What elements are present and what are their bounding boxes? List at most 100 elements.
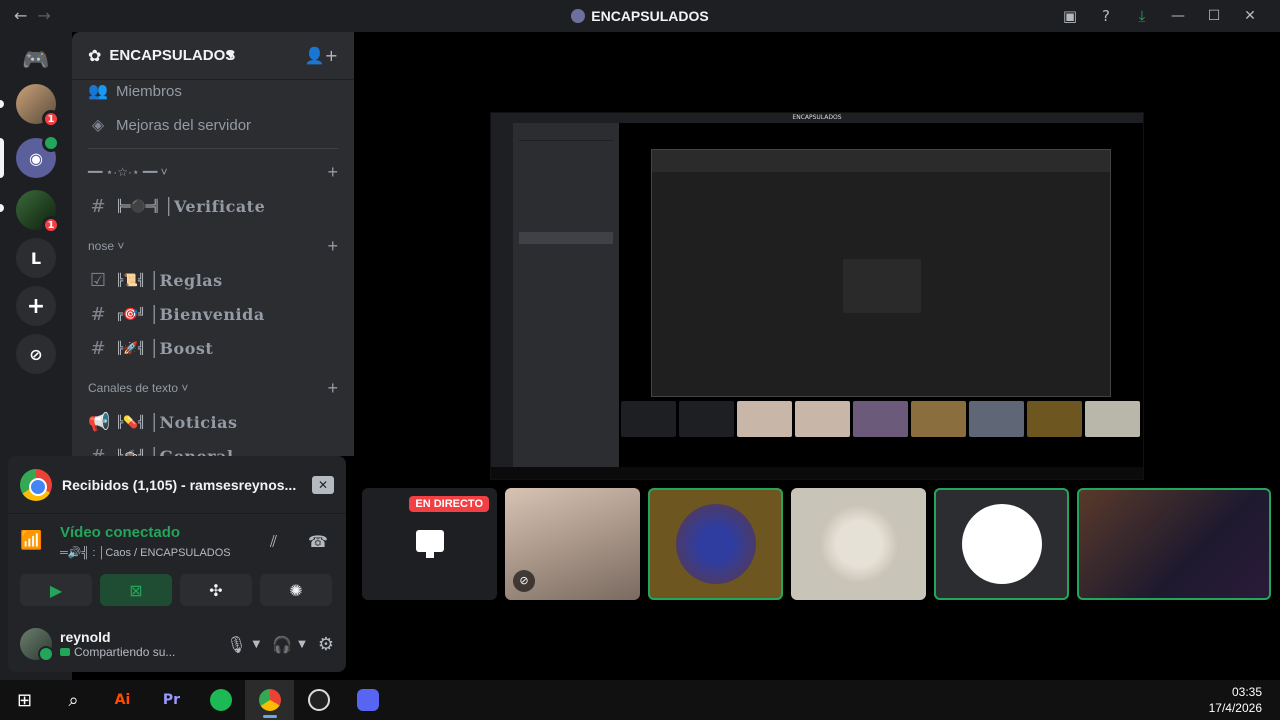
category-header[interactable]: nose ˅ + [72, 229, 354, 263]
add-server-button[interactable]: + [16, 286, 56, 326]
divider [88, 148, 338, 149]
participant-tile[interactable] [648, 488, 783, 600]
mention-badge: 1 [42, 110, 60, 128]
illustrator-icon[interactable]: Ai [98, 680, 147, 720]
compass-icon: ⊘ [29, 344, 43, 364]
avatar [819, 504, 899, 584]
channel-reglas[interactable]: ☑ ╠📜╣ │Reglas [72, 263, 354, 297]
members-icon: 👥 [88, 83, 108, 100]
participant-tile[interactable]: ⊘ [505, 488, 640, 600]
channel-boost[interactable]: # ╠🚀╣ │Boost [72, 331, 354, 365]
server-l-button[interactable]: L [16, 238, 56, 278]
minimize-button[interactable]: — [1160, 4, 1196, 28]
shared-screen[interactable]: ENCAPSULADOS [490, 112, 1144, 480]
obs-icon[interactable] [294, 680, 343, 720]
add-channel-icon[interactable]: + [327, 378, 338, 399]
add-channel-icon[interactable]: + [327, 236, 338, 257]
screen-share-button[interactable]: ⊠ [100, 574, 172, 606]
headphones-icon[interactable]: 🎧 [272, 635, 292, 654]
discord-logo-icon: 🎮 [22, 47, 50, 73]
invite-user-icon[interactable]: 👤+ [305, 46, 338, 65]
hashtag-icon: # [90, 303, 106, 325]
hashtag-icon: # [90, 337, 106, 359]
category-header[interactable]: Canales de texto ˅ + [72, 371, 354, 405]
add-channel-icon[interactable]: + [327, 162, 338, 183]
activities-button[interactable]: ✣ [180, 574, 252, 606]
username: reynold [60, 629, 111, 645]
system-clock[interactable]: 03:35 17/4/2026 [1209, 684, 1262, 716]
close-box-icon[interactable]: ✕ [312, 475, 334, 494]
server-encapsulados-button[interactable]: ◉ [16, 134, 60, 178]
activity-notification[interactable]: Recibidos (1,105) - ramsesreynos... ✕ [8, 456, 346, 514]
avatar [962, 504, 1042, 584]
guild-header[interactable]: ✿ ENCAPSULADOS ▼ 👤+ [72, 32, 354, 80]
participant-tile[interactable] [791, 488, 926, 600]
hang-up-icon[interactable]: ☎ [308, 532, 328, 551]
download-icon[interactable]: ⤓ [1124, 4, 1160, 28]
channel-sidebar: ✿ ENCAPSULADOS ▼ 👤+ 👥 Miembros ◈ Mejoras d… [72, 32, 354, 456]
voice-connected-label: Vídeo conectado [60, 524, 181, 541]
close-button[interactable]: ✕ [1232, 4, 1268, 28]
muted-microphone-icon: ⊘ [513, 570, 535, 592]
camera-button[interactable]: ▶ [20, 574, 92, 606]
chevron-down-icon: ▼ [226, 50, 235, 61]
premiere-icon[interactable]: Pr [147, 680, 196, 720]
voice-actions: ▶ ⊠ ✣ ✺ [8, 570, 346, 606]
plus-icon: + [26, 293, 46, 319]
chevron-down-icon[interactable]: ▼ [253, 639, 261, 650]
server-1-button[interactable]: 1 [16, 84, 60, 128]
discord-icon[interactable] [343, 680, 392, 720]
user-panel: reynold Compartiendo su... 🎙 ▼ 🎧 ▼ ⚙ [8, 616, 346, 672]
mention-badge: 1 [42, 216, 60, 234]
hashtag-icon: # [90, 195, 106, 217]
server-settings-icon: ✿ [88, 46, 102, 65]
soundboard-icon: ✺ [289, 580, 303, 600]
windows-logo-icon[interactable]: ⊞ [0, 680, 49, 720]
connection-signal-icon[interactable]: 📶 [20, 530, 42, 551]
screen-share-status-icon [60, 648, 70, 656]
avatar[interactable] [20, 628, 54, 662]
live-badge: EN DIRECTO [409, 496, 489, 512]
title-bar: ← → ENCAPSULADOS ▣ ? ⤓ — ☐ ✕ [0, 0, 1280, 32]
chrome-icon[interactable] [245, 680, 294, 720]
stream-tile[interactable]: EN DIRECTO [362, 488, 497, 600]
members-item[interactable]: 👥 Miembros [72, 74, 354, 108]
participant-tile[interactable] [934, 488, 1069, 600]
screen-share-badge [42, 134, 60, 152]
avatar [676, 504, 756, 584]
camera-icon: ▶ [49, 580, 63, 600]
channel-general[interactable]: # ╠☕╣ │General [72, 439, 354, 457]
discord-home-button[interactable]: 🎮 [16, 40, 56, 80]
search-icon[interactable]: ⌕ [49, 680, 98, 720]
server-icon [571, 9, 586, 23]
maximize-button[interactable]: ☐ [1196, 4, 1232, 28]
soundboard-button[interactable]: ✺ [260, 574, 332, 606]
server-3-button[interactable]: 1 [16, 190, 60, 234]
unread-indicator [0, 204, 4, 212]
channel-bienvenida[interactable]: # ╔🎯╝ │Bienvenida [72, 297, 354, 331]
bottom-panel: Recibidos (1,105) - ramsesreynos... ✕ 📶 … [8, 456, 346, 672]
user-status: Compartiendo su... [60, 645, 175, 659]
channel-verificate[interactable]: # ╠═⚫═╣ │Verificate [72, 189, 354, 223]
chrome-icon [20, 468, 52, 501]
chevron-down-icon[interactable]: ▼ [298, 639, 306, 650]
shared-screen-title: ENCAPSULADOS [792, 114, 842, 121]
microphone-icon[interactable]: 🎙 [226, 635, 246, 654]
voice-channel-link[interactable]: ═🔊╣ : │Caos / ENCAPSULADOS [60, 546, 231, 559]
server-boosts-item[interactable]: ◈ Mejoras del servidor [72, 108, 354, 142]
gear-icon[interactable]: ⚙ [318, 634, 334, 655]
spotify-icon[interactable] [196, 680, 245, 720]
rules-icon: ☑ [89, 269, 107, 291]
participant-tile[interactable] [1077, 488, 1271, 600]
channel-noticias[interactable]: 📢 ╠💊╣ │Noticias [72, 405, 354, 439]
boost-icon: ◈ [91, 117, 105, 134]
unread-indicator [0, 100, 4, 108]
server-logo-icon: ◉ [29, 148, 43, 168]
hashtag-icon: # [90, 445, 106, 457]
category-header[interactable]: ━━ ⋆·☆·⋆ ━━ ˅ + [72, 155, 354, 189]
help-icon[interactable]: ? [1088, 4, 1124, 28]
noise-suppression-icon[interactable]: ⫽ [270, 532, 277, 552]
inbox-icon[interactable]: ▣ [1052, 4, 1088, 28]
discover-button[interactable]: ⊘ [16, 334, 56, 374]
voice-status: 📶 Vídeo conectado ═🔊╣ : │Caos / ENCAPSUL… [8, 514, 346, 570]
